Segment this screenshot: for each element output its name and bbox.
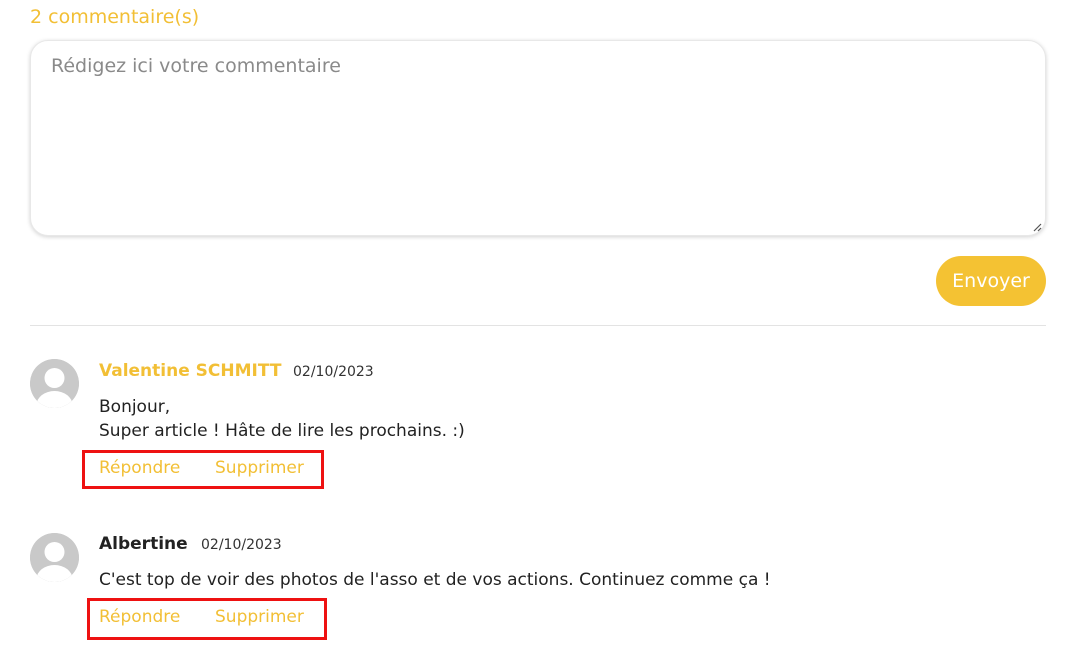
delete-link[interactable]: Supprimer [215,607,304,627]
comment-text-line: Bonjour, [99,397,171,417]
comment-textarea-box[interactable] [30,40,1046,236]
comment-date: 02/10/2023 [201,537,282,553]
reply-link[interactable]: Répondre [99,458,180,478]
comment-count: 2 commentaire(s) [30,6,200,28]
resize-handle-icon[interactable] [1032,222,1042,232]
comment-text-line: C'est top de voir des photos de l'asso e… [99,570,771,590]
avatar [30,359,79,408]
default-user-icon [30,533,79,582]
avatar [30,533,79,582]
comment-author: Albertine [99,534,188,554]
comment-input[interactable] [31,41,1045,235]
send-button[interactable]: Envoyer [936,256,1046,306]
comment-author: Valentine SCHMITT [99,361,282,381]
delete-link[interactable]: Supprimer [215,458,304,478]
divider [30,325,1046,326]
comment-text-line: Super article ! Hâte de lire les prochai… [99,421,465,441]
comment-date: 02/10/2023 [293,364,374,380]
reply-link[interactable]: Répondre [99,607,180,627]
default-user-icon [30,359,79,408]
